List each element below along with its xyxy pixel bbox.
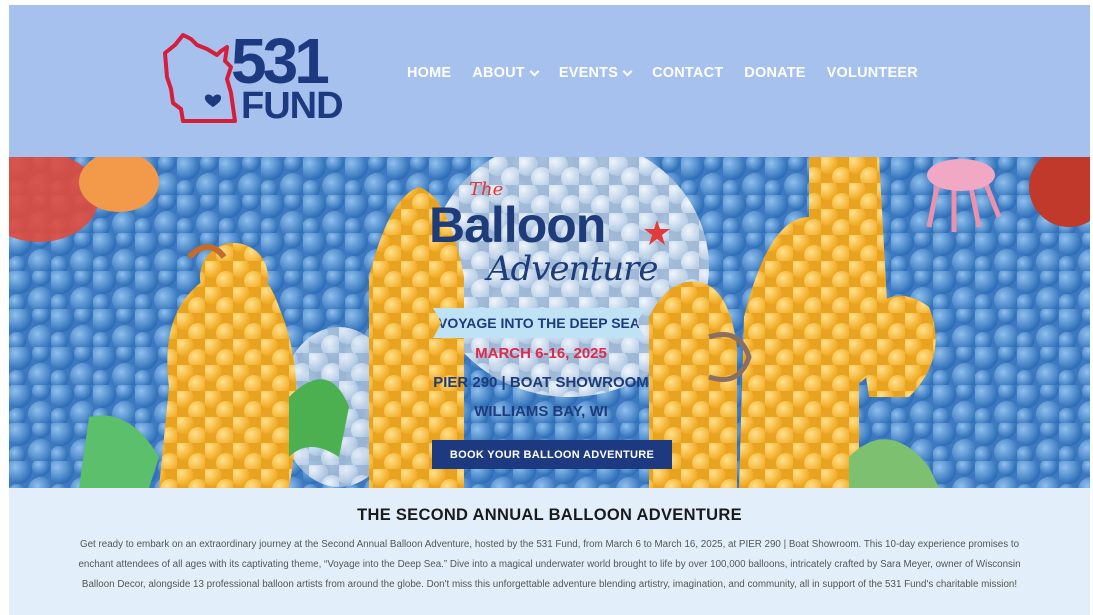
nav-contact[interactable]: CONTACT [652, 65, 723, 81]
event-dates: MARCH 6-16, 2025 [475, 345, 607, 362]
nav-about-label: ABOUT [472, 65, 525, 81]
chevron-down-icon [622, 66, 633, 76]
nav-volunteer-label: VOLUNTEER [826, 65, 918, 81]
nav-volunteer[interactable]: VOLUNTEER [827, 65, 918, 81]
starfish-icon [644, 220, 670, 245]
event-venue: PIER 290 | BOAT SHOWROOM [433, 374, 649, 391]
hero-banner: The Balloon Adventure VOYAGE INTO THE DE… [9, 157, 1090, 488]
intro-section: THE SECOND ANNUAL BALLOON ADVENTURE Get … [9, 488, 1090, 615]
book-adventure-button[interactable]: BOOK YOUR BALLOON ADVENTURE [432, 440, 672, 469]
title-adventure: Adventure [487, 249, 658, 289]
page-frame: 531 FUND HOME ABOUT EVENTS CONTACT DONAT… [9, 5, 1090, 615]
nav-events[interactable]: EVENTS [558, 65, 633, 81]
title-balloon: Balloon [429, 197, 606, 253]
nav-contact-label: CONTACT [652, 65, 724, 81]
nav-events-label: EVENTS [558, 65, 619, 81]
event-title: The Balloon Adventure [429, 175, 679, 305]
nav-donate[interactable]: DONATE [744, 65, 805, 81]
logo-word: FUND [241, 85, 344, 127]
intro-heading: THE SECOND ANNUAL BALLOON ADVENTURE [357, 506, 742, 524]
nav-about[interactable]: ABOUT [472, 65, 540, 81]
nav-donate-label: DONATE [744, 65, 806, 81]
event-city: WILLIAMS BAY, WI [474, 403, 608, 420]
531-fund-logo[interactable]: 531 FUND [161, 25, 371, 127]
logo-number: 531 [231, 25, 330, 97]
main-nav: HOME ABOUT EVENTS CONTACT DONATE VOLUNTE… [407, 65, 918, 81]
nav-home[interactable]: HOME [407, 65, 451, 81]
theme-ribbon: VOYAGE INTO THE DEEP SEA [433, 308, 645, 338]
nav-home-label: HOME [407, 65, 452, 81]
intro-body: Get ready to embark on an extraordinary … [78, 539, 1021, 590]
chevron-down-icon [529, 66, 540, 76]
site-header: 531 FUND HOME ABOUT EVENTS CONTACT DONAT… [9, 5, 1090, 157]
